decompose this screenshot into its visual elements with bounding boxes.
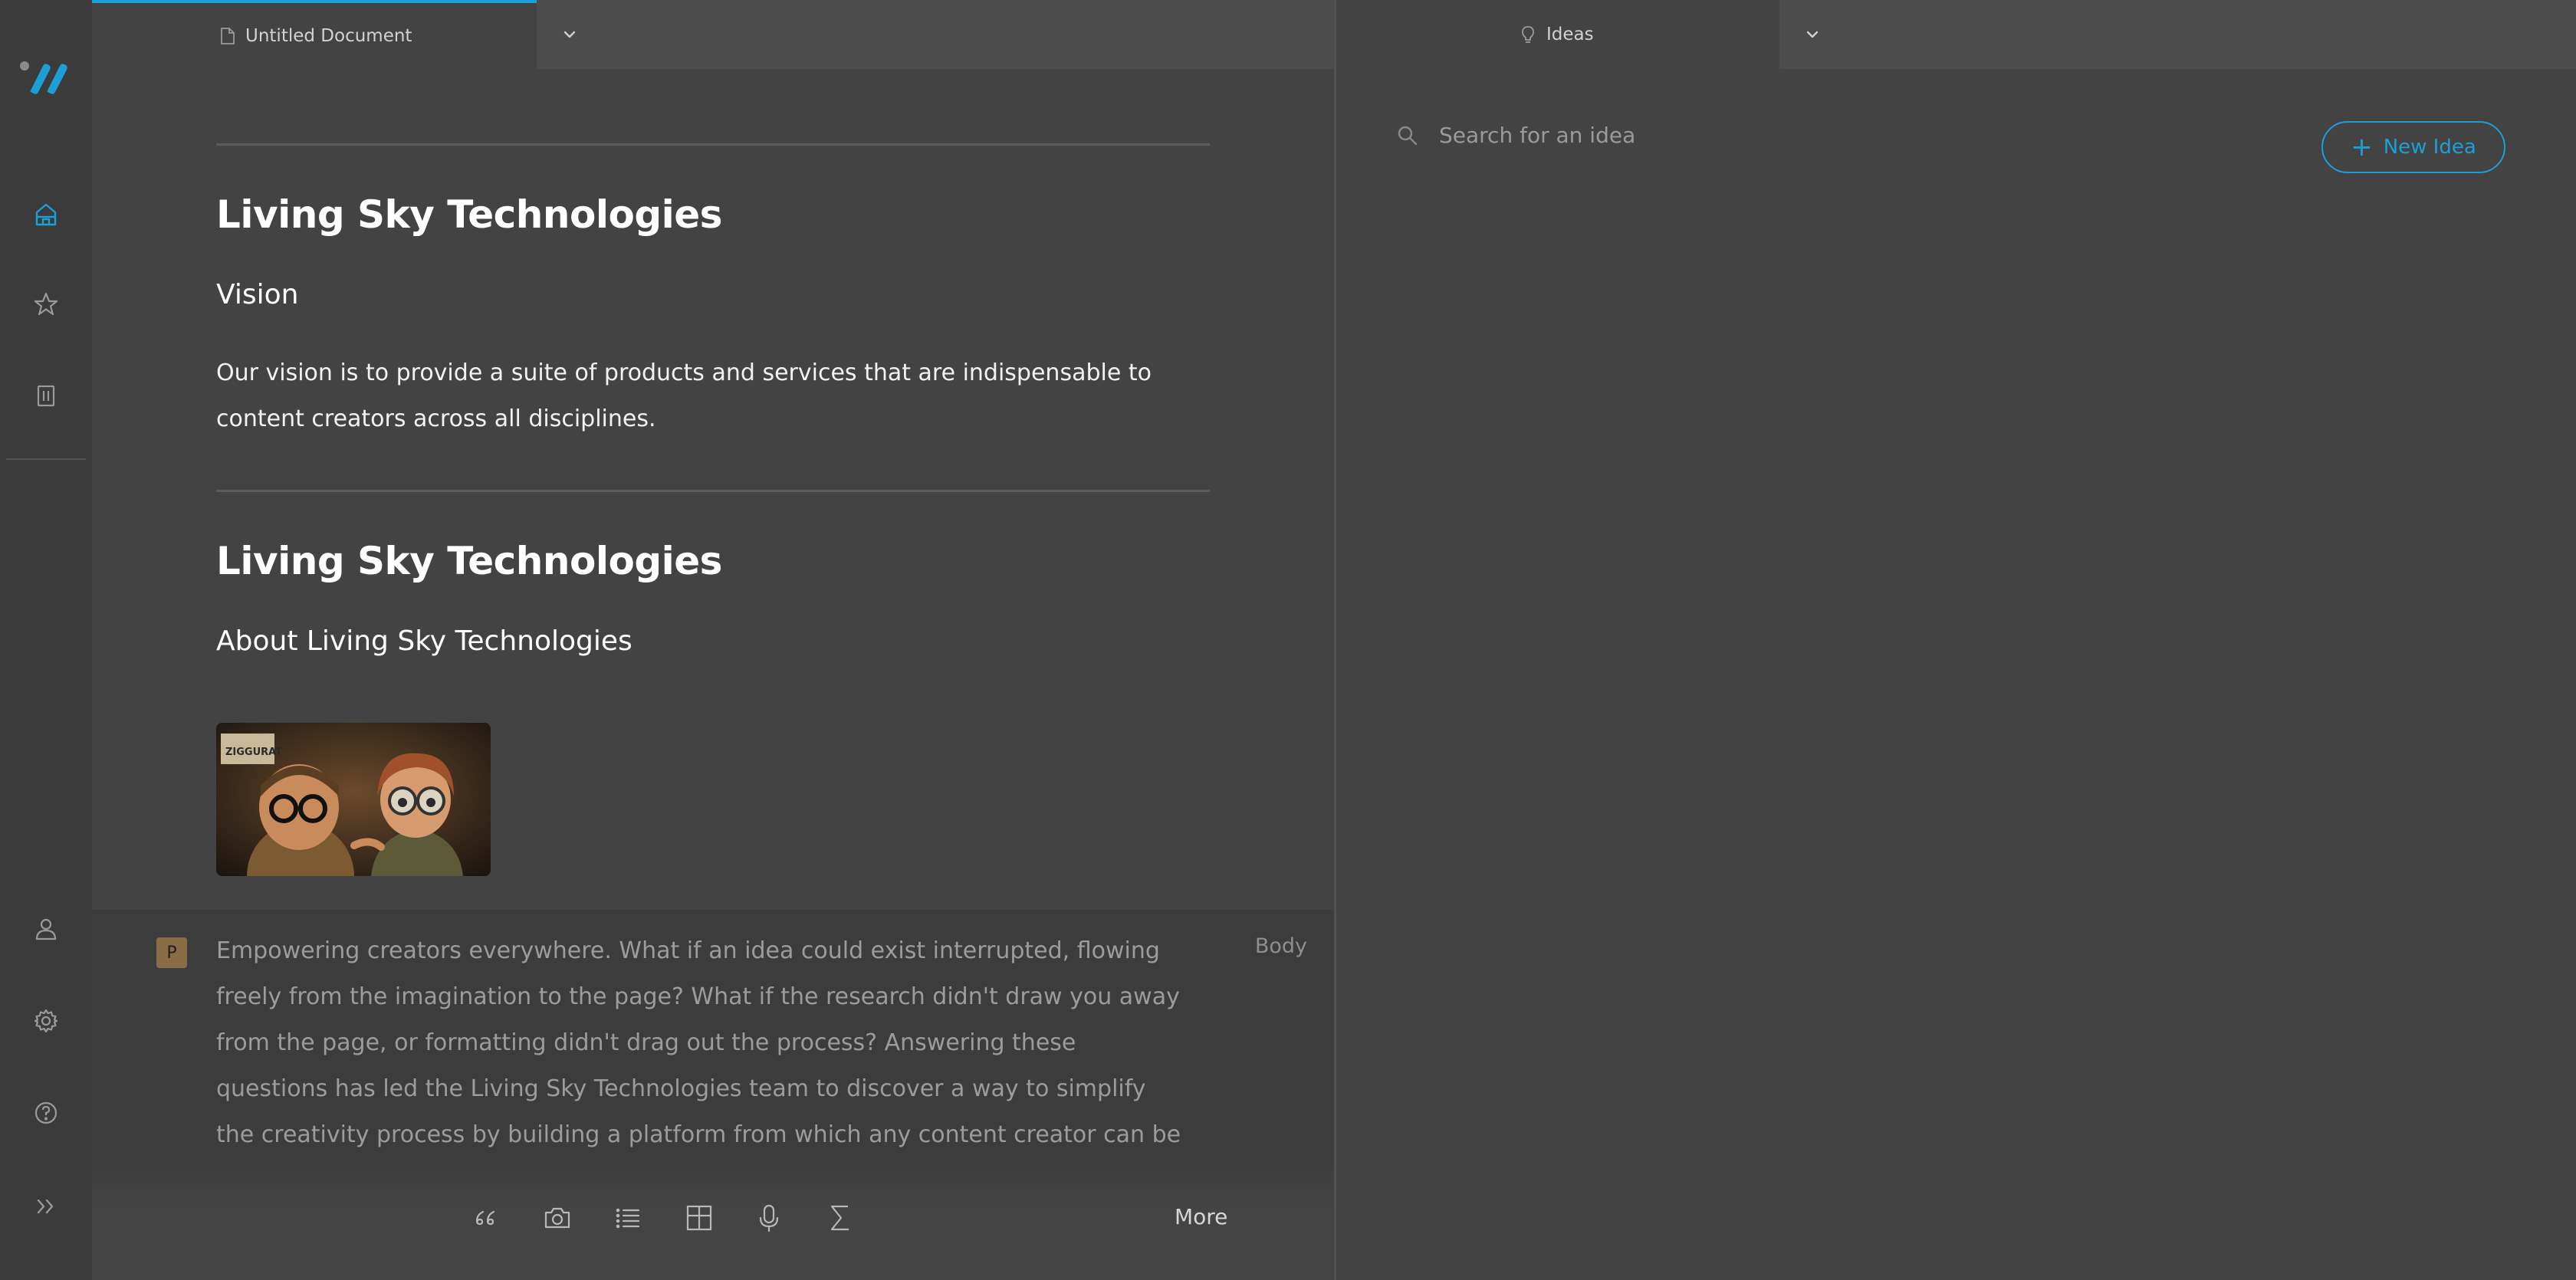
section-body[interactable]: Our vision is to provide a suite of prod… [216,350,1210,442]
left-rail [0,0,92,1280]
help-icon[interactable] [28,1095,64,1131]
star-icon[interactable] [28,286,64,323]
section-heading[interactable]: Living Sky Technologies [216,538,1210,584]
ideas-tabbar: Ideas [1336,0,2576,69]
plus-icon: + [2351,132,2373,162]
tab-ideas[interactable]: Ideas [1336,0,1779,69]
document-tab-title: Untitled Document [245,26,412,46]
microphone-icon[interactable] [752,1201,786,1235]
section-heading[interactable]: Living Sky Technologies [216,192,1210,238]
lightbulb-icon [1522,26,1534,43]
ideas-search [1396,123,2129,148]
app-logo-icon[interactable] [17,55,75,98]
document-tabbar: Untitled Document [92,0,1334,69]
camera-icon[interactable] [540,1201,574,1235]
tab-document[interactable]: Untitled Document [92,0,537,69]
editor-toolbar: More [92,1170,1334,1280]
paragraph-badge[interactable]: P [156,937,187,968]
quote-icon[interactable] [469,1201,503,1235]
section-divider [216,490,1210,492]
chevron-down-icon[interactable] [558,23,581,46]
more-button[interactable]: More [1175,1204,1227,1229]
sigma-icon[interactable] [823,1201,857,1235]
table-icon[interactable] [682,1201,716,1235]
new-idea-button[interactable]: + New Idea [2321,121,2505,173]
document-pane: Untitled Document Living Sky Technologie… [92,0,1334,1280]
section-subheading[interactable]: Vision [216,278,1210,312]
gear-icon[interactable] [28,1003,64,1039]
trash-icon[interactable] [28,377,64,414]
search-icon [1398,126,1418,145]
search-input[interactable] [1439,123,2129,148]
ideas-tab-title: Ideas [1546,25,1594,44]
active-paragraph-block[interactable]: P Empowering creators everywhere. What i… [92,910,1334,1194]
home-icon[interactable] [28,196,64,233]
expand-icon[interactable] [28,1188,64,1225]
section-divider [216,143,1210,146]
ideas-pane: Ideas + New Idea [1336,0,2576,1280]
section-subheading[interactable]: About Living Sky Technologies [216,625,1210,658]
rail-divider [6,458,86,460]
active-paragraph-text[interactable]: Empowering creators everywhere. What if … [216,928,1182,1204]
document-content: Living Sky Technologies Vision Our visio… [216,69,1210,658]
list-icon[interactable] [611,1201,645,1235]
user-icon[interactable] [28,911,64,947]
embedded-image[interactable]: ZIGGURAT [216,723,491,876]
block-style-label[interactable]: Body [1255,934,1307,958]
document-icon [221,28,235,44]
chevron-down-icon[interactable] [1801,23,1824,46]
image-sign-text: ZIGGURAT [225,747,282,758]
new-idea-label: New Idea [2383,136,2476,159]
